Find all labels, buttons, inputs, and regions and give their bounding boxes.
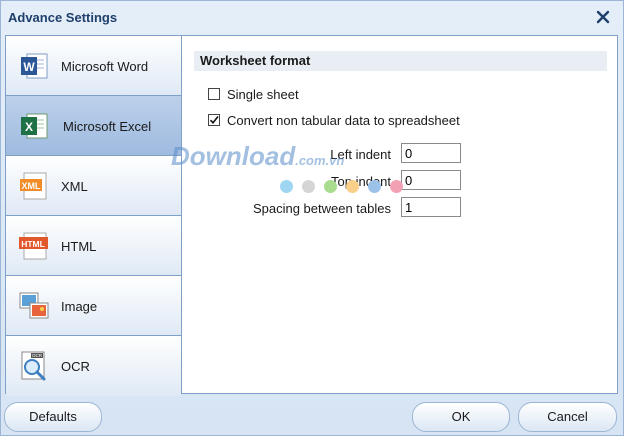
ok-button[interactable]: OK bbox=[412, 402, 510, 432]
watermark-dot bbox=[280, 180, 293, 193]
watermark-dot bbox=[390, 180, 403, 193]
svg-text:XML: XML bbox=[22, 181, 42, 191]
svg-text:HTML: HTML bbox=[21, 239, 45, 249]
sidebar-item-label: HTML bbox=[61, 239, 97, 254]
sidebar-item-label: Image bbox=[61, 299, 98, 314]
sidebar-item-image[interactable]: Image bbox=[6, 276, 181, 336]
checkbox-box[interactable] bbox=[208, 88, 220, 100]
checkbox-label: Convert non tabular data to spreadsheet bbox=[227, 113, 460, 128]
watermark-logo: Download.com.vn bbox=[171, 141, 344, 172]
window-title: Advance Settings bbox=[8, 10, 118, 25]
sidebar-item-microsoft-excel[interactable]: X Microsoft Excel bbox=[6, 96, 181, 156]
section-title: Worksheet format bbox=[194, 51, 607, 71]
xml-icon: XML bbox=[20, 172, 47, 200]
settings-panel: Worksheet format Single sheet Convert no… bbox=[182, 35, 618, 394]
watermark-dot bbox=[302, 180, 315, 193]
top-indent-input[interactable] bbox=[401, 170, 461, 190]
ocr-icon: OCR bbox=[21, 351, 46, 381]
sidebar-item-label: XML bbox=[61, 179, 88, 194]
sidebar-item-label: Microsoft Word bbox=[61, 59, 149, 74]
checkbox-box[interactable] bbox=[208, 114, 220, 126]
svg-text:X: X bbox=[25, 120, 33, 134]
sidebar-item-ocr[interactable]: OCR OCR bbox=[6, 336, 181, 396]
cancel-button[interactable]: Cancel bbox=[518, 402, 617, 432]
title-bar: Advance Settings bbox=[1, 1, 623, 35]
close-icon[interactable] bbox=[595, 9, 611, 25]
sidebar: W Microsoft Word X Microsoft Excel XML X… bbox=[5, 35, 182, 396]
watermark-text: Download bbox=[171, 141, 296, 171]
spacing-between-tables-input[interactable] bbox=[401, 197, 461, 217]
excel-icon: X bbox=[21, 113, 48, 139]
word-icon: W bbox=[21, 53, 48, 79]
checkmark-icon bbox=[209, 116, 219, 125]
sidebar-item-xml[interactable]: XML XML bbox=[6, 156, 181, 216]
image-icon bbox=[19, 292, 49, 319]
sidebar-item-label: OCR bbox=[61, 359, 90, 374]
watermark-dot bbox=[324, 180, 337, 193]
single-sheet-checkbox[interactable]: Single sheet bbox=[208, 86, 328, 104]
watermark-dot bbox=[346, 180, 359, 193]
convert-non-tabular-checkbox[interactable]: Convert non tabular data to spreadsheet bbox=[208, 112, 488, 130]
watermark-dot bbox=[368, 180, 381, 193]
watermark-dots bbox=[280, 180, 410, 194]
sidebar-item-microsoft-word[interactable]: W Microsoft Word bbox=[6, 36, 181, 96]
sidebar-item-label: Microsoft Excel bbox=[63, 119, 152, 134]
left-indent-input[interactable] bbox=[401, 143, 461, 163]
advance-settings-dialog: Advance Settings W Microsoft Word X Micr… bbox=[0, 0, 624, 436]
svg-text:OCR: OCR bbox=[32, 353, 43, 358]
watermark-suffix: .com.vn bbox=[295, 153, 345, 168]
defaults-button[interactable]: Defaults bbox=[4, 402, 102, 432]
checkbox-label: Single sheet bbox=[227, 87, 299, 102]
spacing-between-tables-label: Spacing between tables bbox=[252, 201, 391, 216]
html-icon: HTML bbox=[19, 232, 48, 260]
svg-text:W: W bbox=[23, 60, 35, 74]
sidebar-item-html[interactable]: HTML HTML bbox=[6, 216, 181, 276]
